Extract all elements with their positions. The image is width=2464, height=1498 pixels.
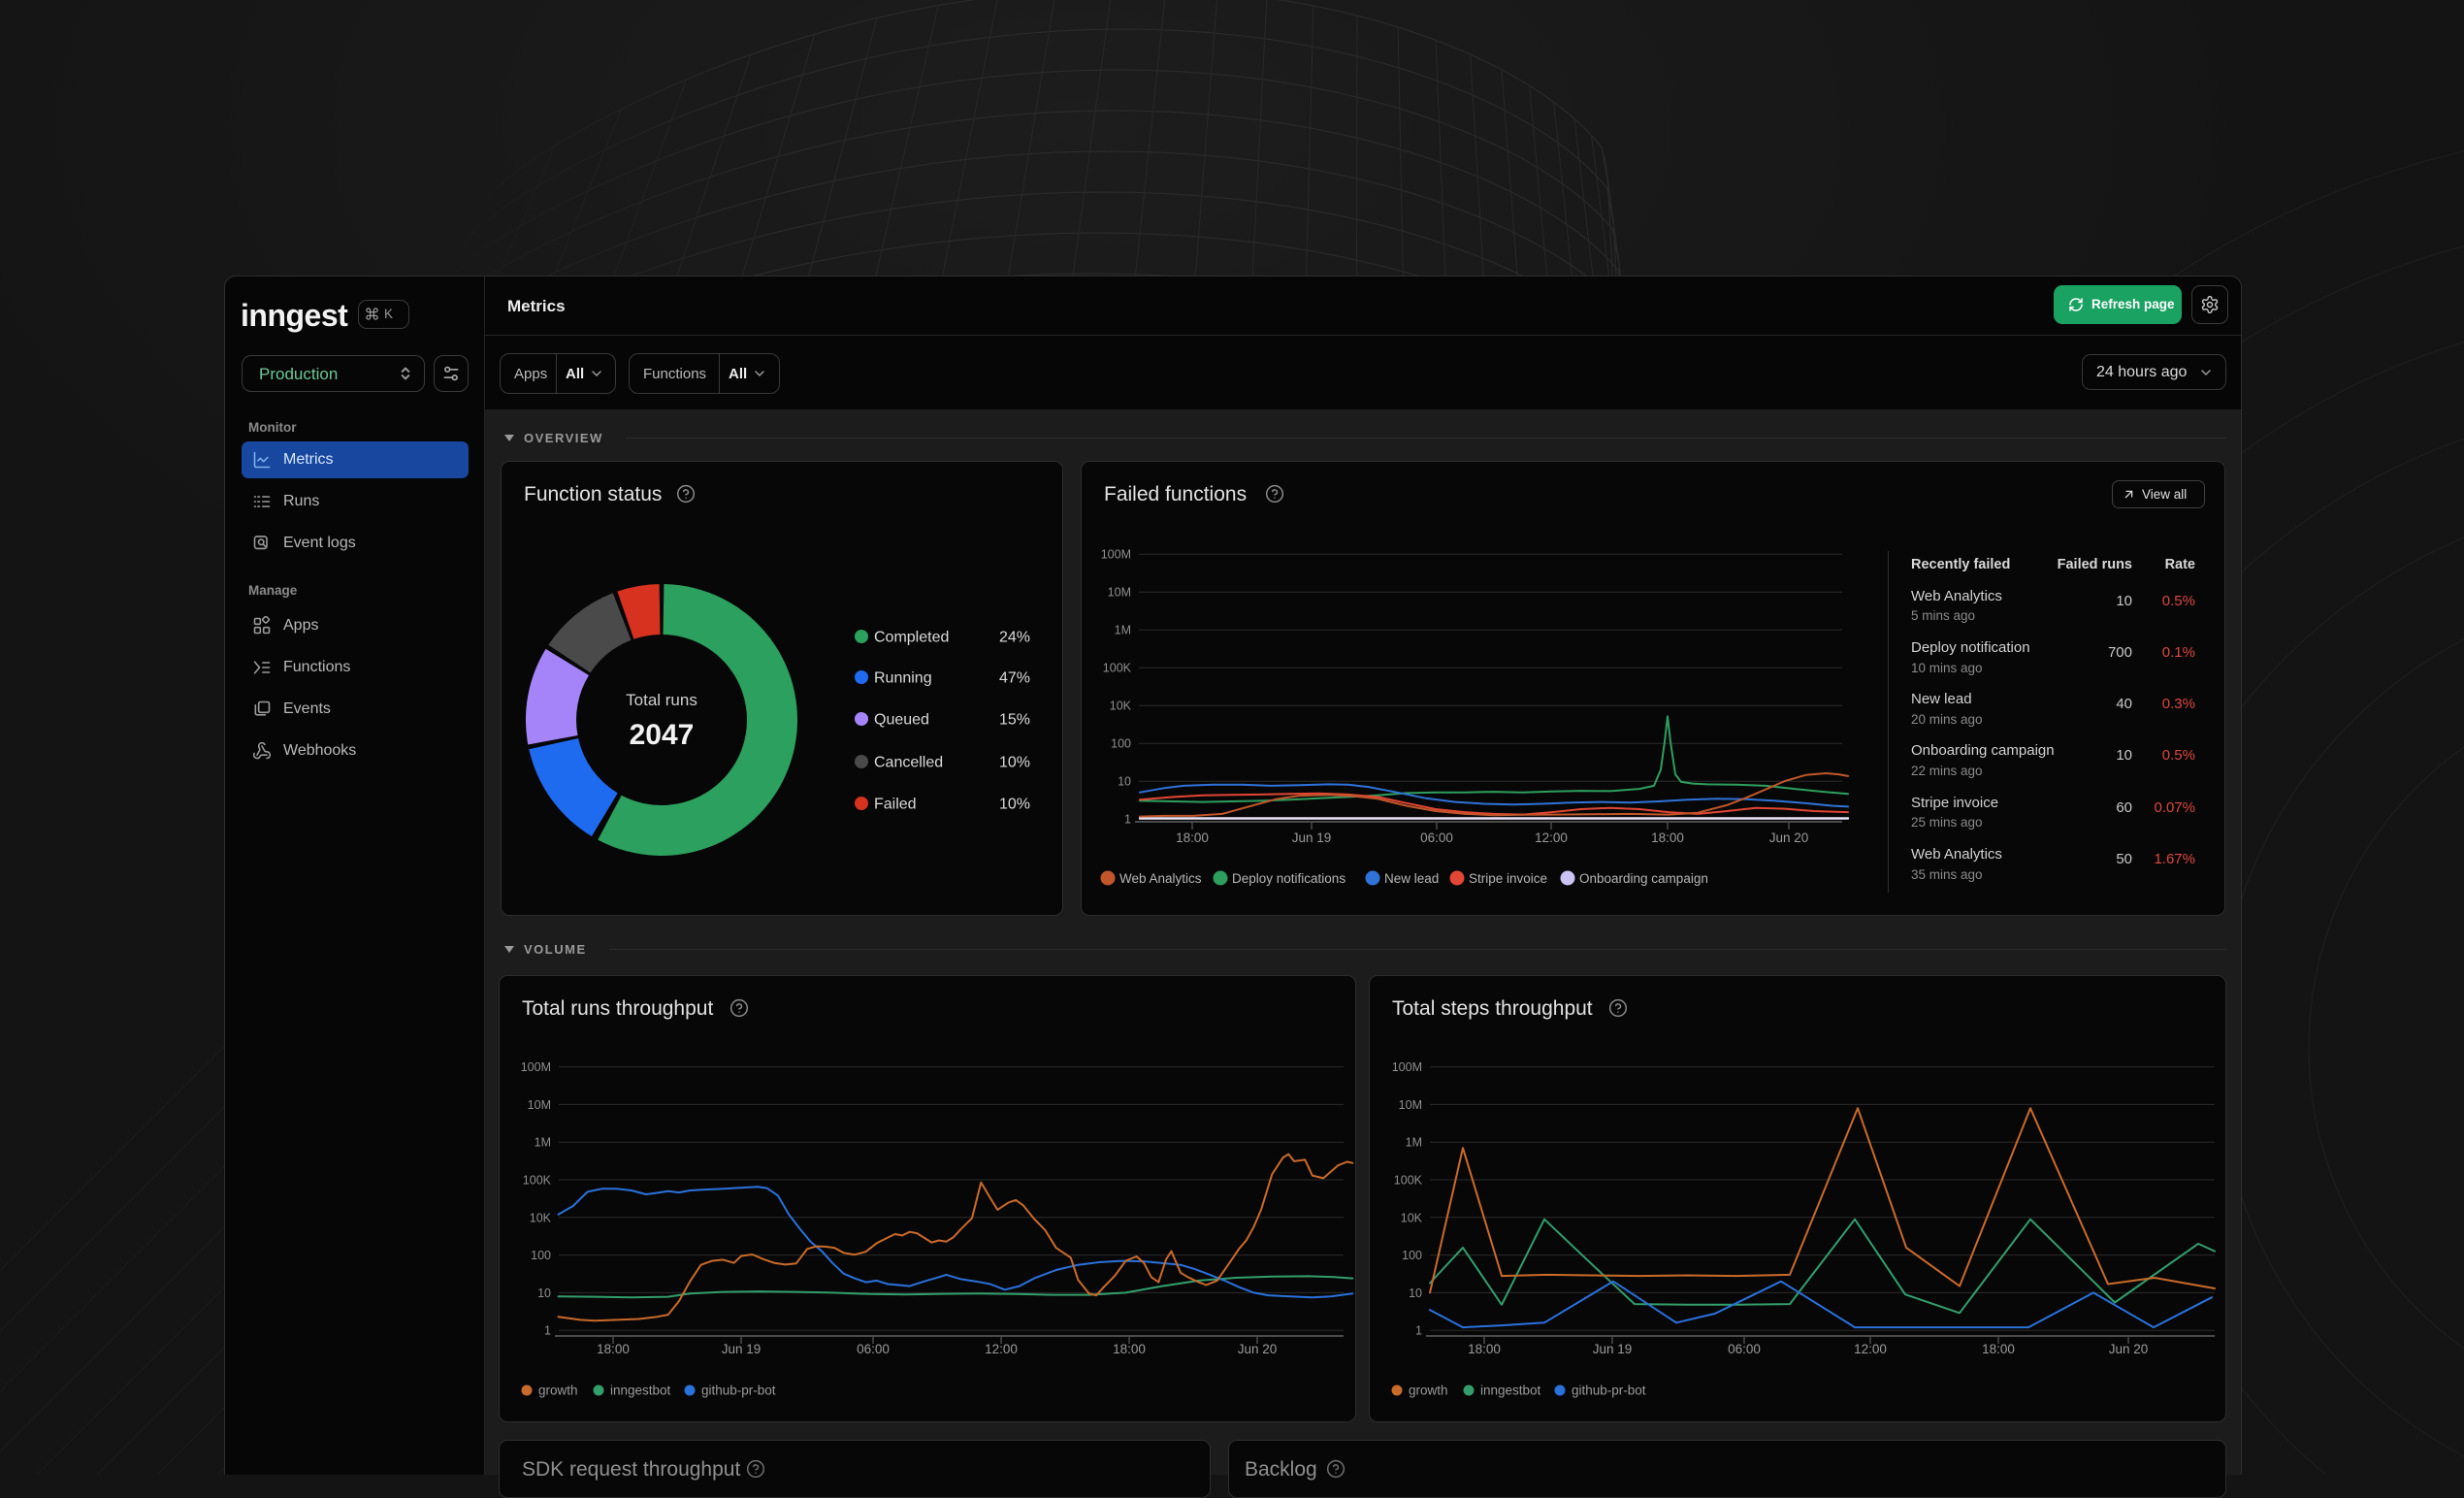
- svg-text:Cancelled: Cancelled: [874, 755, 943, 771]
- svg-text:18:00: 18:00: [597, 1342, 630, 1356]
- svg-text:Deploy notifications: Deploy notifications: [1232, 871, 1345, 886]
- svg-text:100M: 100M: [1392, 1060, 1422, 1074]
- svg-text:Jun 20: Jun 20: [2109, 1342, 2149, 1356]
- svg-text:10K: 10K: [530, 1211, 552, 1224]
- svg-text:100: 100: [1402, 1249, 1422, 1262]
- svg-text:12:00: 12:00: [1535, 830, 1568, 845]
- svg-text:Jun 19: Jun 19: [722, 1342, 762, 1356]
- svg-text:Total runs: Total runs: [626, 691, 697, 709]
- svg-text:Jun 20: Jun 20: [1769, 830, 1809, 845]
- svg-text:Web Analytics: Web Analytics: [1119, 871, 1202, 886]
- svg-text:New lead: New lead: [1384, 871, 1439, 886]
- svg-text:12:00: 12:00: [985, 1342, 1018, 1356]
- svg-text:2047: 2047: [630, 719, 695, 751]
- svg-text:10: 10: [1118, 775, 1131, 789]
- svg-text:inngestbot: inngestbot: [610, 1384, 671, 1398]
- svg-text:1M: 1M: [1115, 624, 1131, 637]
- svg-text:github-pr-bot: github-pr-bot: [701, 1384, 776, 1398]
- svg-text:10K: 10K: [1110, 700, 1132, 713]
- svg-text:1M: 1M: [1406, 1136, 1422, 1150]
- svg-text:Jun 20: Jun 20: [1238, 1342, 1278, 1356]
- svg-text:18:00: 18:00: [1468, 1342, 1501, 1356]
- svg-text:Completed: Completed: [874, 630, 949, 646]
- svg-text:18:00: 18:00: [1113, 1342, 1146, 1356]
- svg-text:Stripe invoice: Stripe invoice: [1469, 871, 1547, 886]
- svg-text:06:00: 06:00: [1728, 1342, 1761, 1356]
- svg-text:10%: 10%: [999, 797, 1030, 813]
- svg-text:10M: 10M: [528, 1098, 551, 1112]
- svg-text:1: 1: [544, 1324, 551, 1338]
- svg-text:18:00: 18:00: [1651, 830, 1684, 845]
- svg-text:1: 1: [1415, 1324, 1422, 1338]
- svg-text:100: 100: [1111, 737, 1131, 751]
- svg-text:24%: 24%: [999, 630, 1030, 646]
- svg-text:10%: 10%: [999, 755, 1030, 771]
- svg-text:100K: 100K: [523, 1174, 552, 1188]
- svg-text:100K: 100K: [1394, 1174, 1423, 1188]
- svg-text:15%: 15%: [999, 712, 1030, 729]
- svg-text:1M: 1M: [535, 1136, 551, 1150]
- svg-text:18:00: 18:00: [1982, 1342, 2015, 1356]
- svg-text:github-pr-bot: github-pr-bot: [1572, 1384, 1646, 1398]
- svg-text:growth: growth: [1409, 1384, 1448, 1398]
- svg-text:Running: Running: [874, 670, 932, 687]
- svg-text:47%: 47%: [999, 670, 1030, 687]
- svg-text:100M: 100M: [1101, 548, 1131, 562]
- svg-text:10K: 10K: [1401, 1211, 1423, 1224]
- svg-text:06:00: 06:00: [857, 1342, 890, 1356]
- svg-text:10M: 10M: [1108, 586, 1131, 600]
- svg-text:growth: growth: [538, 1384, 578, 1398]
- svg-text:inngestbot: inngestbot: [1480, 1384, 1541, 1398]
- svg-text:Jun 19: Jun 19: [1593, 1342, 1633, 1356]
- svg-text:10: 10: [1409, 1286, 1422, 1300]
- svg-text:06:00: 06:00: [1420, 830, 1453, 845]
- svg-text:10M: 10M: [1399, 1098, 1422, 1112]
- svg-text:100: 100: [531, 1249, 551, 1262]
- svg-text:1: 1: [1124, 813, 1131, 827]
- svg-text:100K: 100K: [1103, 662, 1132, 675]
- svg-text:Queued: Queued: [874, 712, 929, 729]
- svg-text:Onboarding campaign: Onboarding campaign: [1579, 871, 1708, 886]
- svg-text:18:00: 18:00: [1176, 830, 1209, 845]
- svg-text:Failed: Failed: [874, 797, 917, 813]
- svg-text:100M: 100M: [521, 1060, 551, 1074]
- svg-text:12:00: 12:00: [1854, 1342, 1887, 1356]
- svg-text:10: 10: [537, 1286, 551, 1300]
- svg-text:Jun 19: Jun 19: [1292, 830, 1332, 845]
